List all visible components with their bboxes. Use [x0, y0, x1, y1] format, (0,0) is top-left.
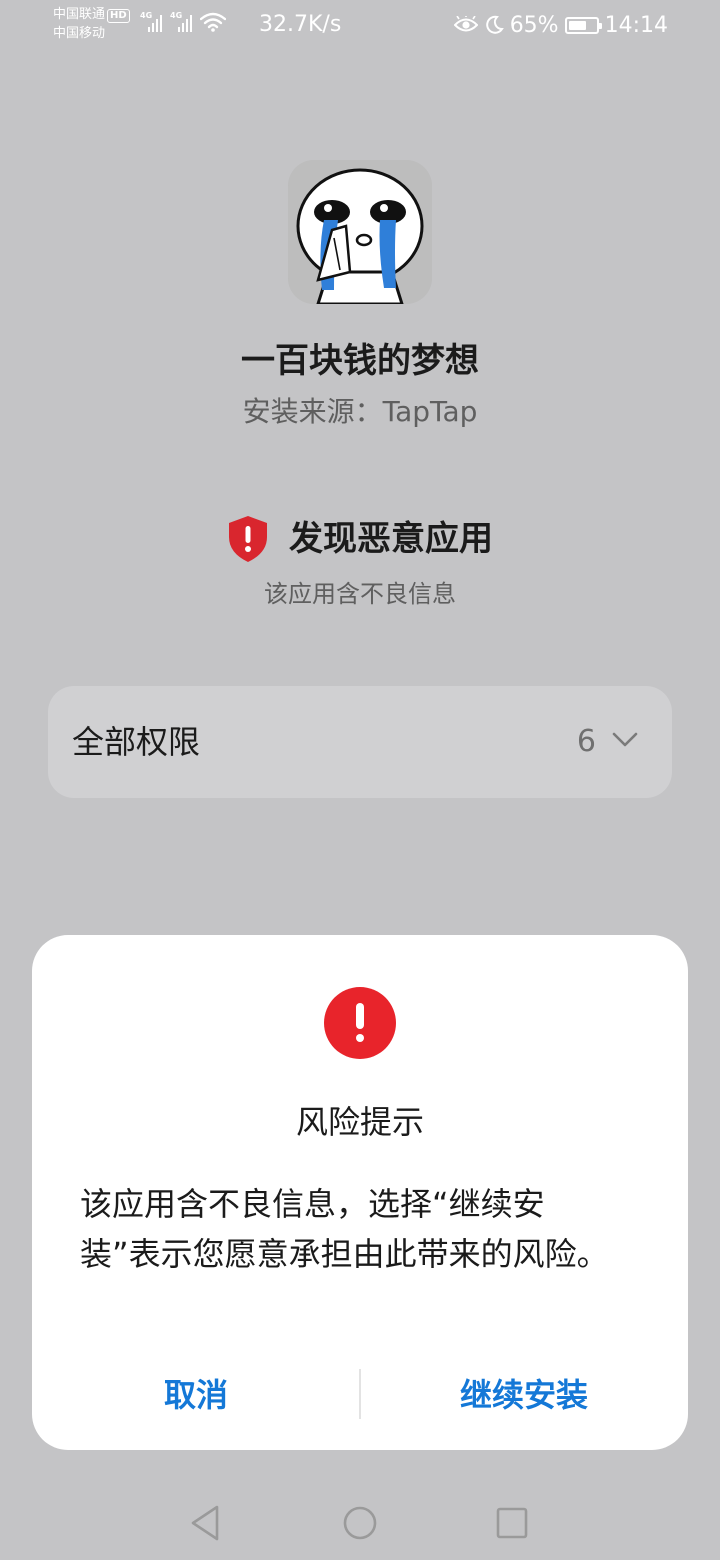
- warning-subtitle: 该应用含不良信息: [264, 580, 456, 608]
- dialog-actions: 取消 继续安装: [32, 1363, 688, 1427]
- status-right: 65% 14:14: [453, 10, 668, 40]
- crying-face-icon: [288, 160, 432, 304]
- battery-icon: [564, 16, 602, 34]
- app-name: 一百块钱的梦想: [241, 341, 479, 381]
- status-bar: 中国联通 HD 中国移动 4G 4G 32.7K/s 65% 14:14: [0, 0, 720, 50]
- carrier-primary: 中国联通: [53, 7, 106, 22]
- shield-alert-icon: [229, 516, 267, 562]
- wifi-icon: [200, 12, 226, 32]
- chevron-down-icon: [612, 732, 638, 747]
- signal-icon: 4G: [170, 12, 192, 32]
- net-speed: 32.7K/s: [259, 12, 342, 37]
- malware-warning: 发现恶意应用: [0, 512, 720, 566]
- signal-group: 4G 4G: [140, 12, 226, 32]
- risk-dialog: 风险提示 该应用含不良信息，选择“继续安装”表示您愿意承担由此带来的风险。 取消…: [32, 935, 688, 1450]
- dialog-title: 风险提示: [295, 1103, 424, 1141]
- install-source: 安装来源：TapTap: [242, 395, 478, 428]
- eye-icon: [453, 16, 478, 32]
- permissions-label: 全部权限: [72, 723, 201, 761]
- dialog-message: 该应用含不良信息，选择“继续安装”表示您愿意承担由此带来的风险。: [80, 1185, 609, 1273]
- clock: 14:14: [604, 12, 668, 38]
- cancel-button[interactable]: 取消: [42, 1363, 350, 1427]
- hd-badge: HD: [107, 9, 130, 23]
- permissions-count: 6: [576, 724, 596, 759]
- app-icon: [288, 160, 432, 304]
- alert-icon: [324, 987, 396, 1059]
- carrier-secondary: 中国移动: [53, 26, 106, 41]
- home-icon[interactable]: [337, 1500, 383, 1546]
- permissions-row[interactable]: 全部权限 6: [48, 686, 672, 798]
- recents-icon[interactable]: [489, 1500, 535, 1546]
- continue-install-button[interactable]: 继续安装: [360, 1363, 688, 1427]
- navigation-bar: [0, 1490, 720, 1560]
- carrier-info: 中国联通 HD 中国移动: [53, 5, 130, 43]
- warning-title: 发现恶意应用: [289, 519, 493, 559]
- moon-icon: [485, 15, 504, 34]
- signal-icon: 4G: [140, 12, 162, 32]
- battery-percent: 65%: [509, 12, 559, 38]
- back-icon[interactable]: [183, 1500, 229, 1546]
